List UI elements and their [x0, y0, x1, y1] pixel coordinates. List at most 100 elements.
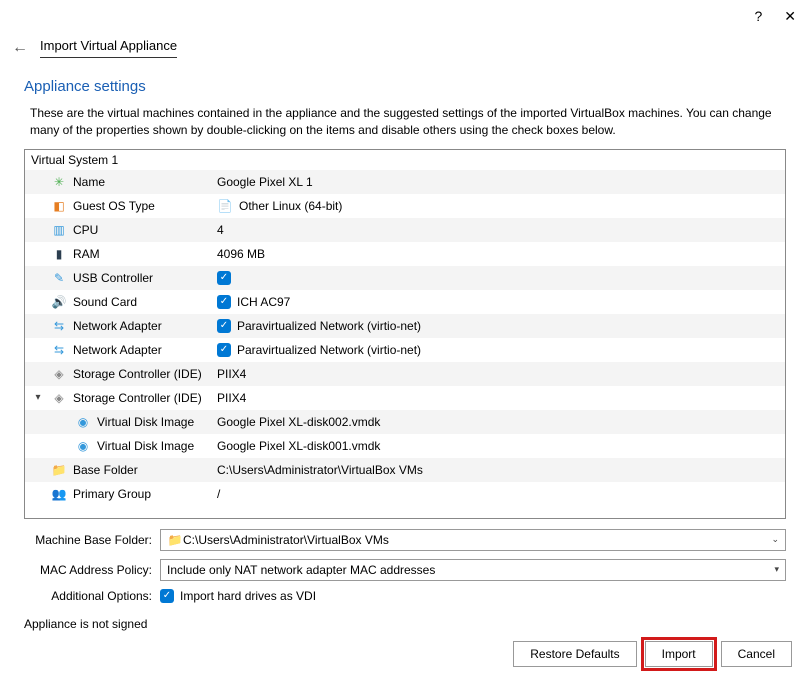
- row-value-cell: Google Pixel XL-disk002.vmdk: [217, 415, 785, 429]
- row-value-cell: Google Pixel XL 1: [217, 175, 785, 189]
- row-value-cell: ✓ Paravirtualized Network (virtio-net): [217, 343, 785, 357]
- row-label: Virtual Disk Image: [97, 415, 194, 429]
- row-label-cell: ◈Storage Controller (IDE): [51, 366, 217, 382]
- tree-row[interactable]: ◧ Guest OS Type 📄 Other Linux (64-bit): [25, 194, 785, 218]
- row-checkbox[interactable]: ✓: [217, 271, 231, 285]
- base-folder-dropdown[interactable]: 📁 C:\Users\Administrator\VirtualBox VMs …: [160, 529, 786, 551]
- row-value-cell: 4096 MB: [217, 247, 785, 261]
- row-label-cell: 🔊Sound Card: [51, 294, 217, 310]
- close-icon[interactable]: ✕: [784, 8, 796, 25]
- row-value-cell: PIIX4: [217, 391, 785, 405]
- row-value: /: [217, 487, 220, 501]
- row-icon: ⇆: [51, 318, 67, 334]
- row-icon: ◉: [75, 414, 91, 430]
- row-value-cell: ✓ ICH AC97: [217, 295, 785, 309]
- row-icon: ⇆: [51, 342, 67, 358]
- import-vdi-checkbox[interactable]: ✓: [160, 589, 174, 603]
- tree-row[interactable]: ◉ Virtual Disk Image Google Pixel XL-disk0…: [25, 434, 785, 458]
- row-icon: ◧: [51, 198, 67, 214]
- row-icon: ▮: [51, 246, 67, 262]
- import-button[interactable]: Import: [645, 641, 713, 667]
- row-checkbox[interactable]: ✓: [217, 319, 231, 333]
- row-label-cell: ✳Name: [51, 174, 217, 190]
- base-folder-value: C:\Users\Administrator\VirtualBox VMs: [183, 533, 389, 547]
- row-value: Paravirtualized Network (virtio-net): [237, 343, 421, 357]
- cancel-button[interactable]: Cancel: [721, 641, 792, 667]
- row-value: PIIX4: [217, 367, 246, 381]
- row-value-cell: Google Pixel XL-disk001.vmdk: [217, 439, 785, 453]
- row-label: Storage Controller (IDE): [73, 367, 202, 381]
- folder-icon: 📁: [167, 532, 183, 548]
- row-value-cell: ✓: [217, 271, 785, 285]
- row-icon: ◈: [51, 390, 67, 406]
- settings-tree[interactable]: Virtual System 1 ✳NameGoogle Pixel XL 1◧…: [24, 149, 786, 519]
- row-value: Google Pixel XL-disk002.vmdk: [217, 415, 380, 429]
- value-icon: 📄: [217, 198, 233, 214]
- chevron-down-icon: ▾: [774, 564, 779, 575]
- row-label: Guest OS Type: [73, 199, 155, 213]
- tree-row[interactable]: ✳NameGoogle Pixel XL 1: [25, 170, 785, 194]
- row-label: Virtual Disk Image: [97, 439, 194, 453]
- expand-toggle[interactable]: ▾: [25, 392, 51, 403]
- signature-status: Appliance is not signed: [0, 615, 810, 633]
- additional-options-label: Additional Options:: [24, 589, 160, 603]
- tree-row[interactable]: ⇆Network Adapter✓ Paravirtualized Network…: [25, 338, 785, 362]
- row-label: USB Controller: [73, 271, 153, 285]
- tree-row[interactable]: ✎ USB Controller ✓: [25, 266, 785, 290]
- row-value-cell: 📄 Other Linux (64-bit): [217, 198, 785, 214]
- mac-policy-label: MAC Address Policy:: [24, 563, 160, 577]
- row-label-cell: ▮ RAM: [51, 246, 217, 262]
- row-label-cell: ✎ USB Controller: [51, 270, 217, 286]
- row-label: Name: [73, 175, 105, 189]
- row-value: Google Pixel XL-disk001.vmdk: [217, 439, 380, 453]
- section-description: These are the virtual machines contained…: [0, 105, 810, 149]
- row-label: Sound Card: [73, 295, 137, 309]
- row-icon: ✎: [51, 270, 67, 286]
- tree-row[interactable]: 📁Base FolderC:\Users\Administrator\Virtu…: [25, 458, 785, 482]
- section-heading: Appliance settings: [0, 60, 810, 105]
- row-value-cell: PIIX4: [217, 367, 785, 381]
- row-value-cell: 4: [217, 223, 785, 237]
- row-value: Other Linux (64-bit): [239, 199, 342, 213]
- row-icon: ▥: [51, 222, 67, 238]
- tree-row[interactable]: ◈Storage Controller (IDE)PIIX4: [25, 362, 785, 386]
- tree-row[interactable]: ◉ Virtual Disk Image Google Pixel XL-disk0…: [25, 410, 785, 434]
- row-value: ICH AC97: [237, 295, 290, 309]
- import-vdi-label: Import hard drives as VDI: [180, 589, 316, 603]
- row-value: Paravirtualized Network (virtio-net): [237, 319, 421, 333]
- chevron-down-icon: ⌄: [771, 534, 779, 545]
- row-label: Base Folder: [73, 463, 138, 477]
- system-header[interactable]: Virtual System 1: [25, 150, 785, 170]
- row-label: Storage Controller (IDE): [73, 391, 202, 405]
- row-checkbox[interactable]: ✓: [217, 343, 231, 357]
- row-label-cell: 📁Base Folder: [51, 462, 217, 478]
- row-label: Network Adapter: [73, 319, 162, 333]
- tree-row[interactable]: ▥ CPU 4: [25, 218, 785, 242]
- tree-row[interactable]: 👥Primary Group/: [25, 482, 785, 506]
- row-label-cell: 👥Primary Group: [51, 486, 217, 502]
- tree-row[interactable]: ▾◈ Storage Controller (IDE) PIIX4: [25, 386, 785, 410]
- row-label-cell: ◉ Virtual Disk Image: [51, 414, 217, 430]
- tree-row[interactable]: 🔊Sound Card✓ ICH AC97: [25, 290, 785, 314]
- row-checkbox[interactable]: ✓: [217, 295, 231, 309]
- tree-row[interactable]: ⇆ Network Adapter ✓ Paravirtualized Network…: [25, 314, 785, 338]
- tree-row[interactable]: ▮ RAM 4096 MB: [25, 242, 785, 266]
- row-icon: ◉: [75, 438, 91, 454]
- row-value: PIIX4: [217, 391, 246, 405]
- row-label: CPU: [73, 223, 98, 237]
- help-icon[interactable]: ?: [754, 8, 762, 24]
- row-value-cell: C:\Users\Administrator\VirtualBox VMs: [217, 463, 785, 477]
- row-label-cell: ◧ Guest OS Type: [51, 198, 217, 214]
- restore-defaults-button[interactable]: Restore Defaults: [513, 641, 636, 667]
- mac-policy-dropdown[interactable]: Include only NAT network adapter MAC add…: [160, 559, 786, 581]
- row-label: RAM: [73, 247, 100, 261]
- row-value: C:\Users\Administrator\VirtualBox VMs: [217, 463, 423, 477]
- row-value-cell: ✓ Paravirtualized Network (virtio-net): [217, 319, 785, 333]
- row-label-cell: ◉ Virtual Disk Image: [51, 438, 217, 454]
- row-value: 4: [217, 223, 224, 237]
- back-arrow-icon[interactable]: ←: [12, 39, 28, 57]
- base-folder-label: Machine Base Folder:: [24, 533, 160, 547]
- row-label-cell: ◈ Storage Controller (IDE): [51, 390, 217, 406]
- row-label-cell: ⇆Network Adapter: [51, 342, 217, 358]
- row-value: Google Pixel XL 1: [217, 175, 313, 189]
